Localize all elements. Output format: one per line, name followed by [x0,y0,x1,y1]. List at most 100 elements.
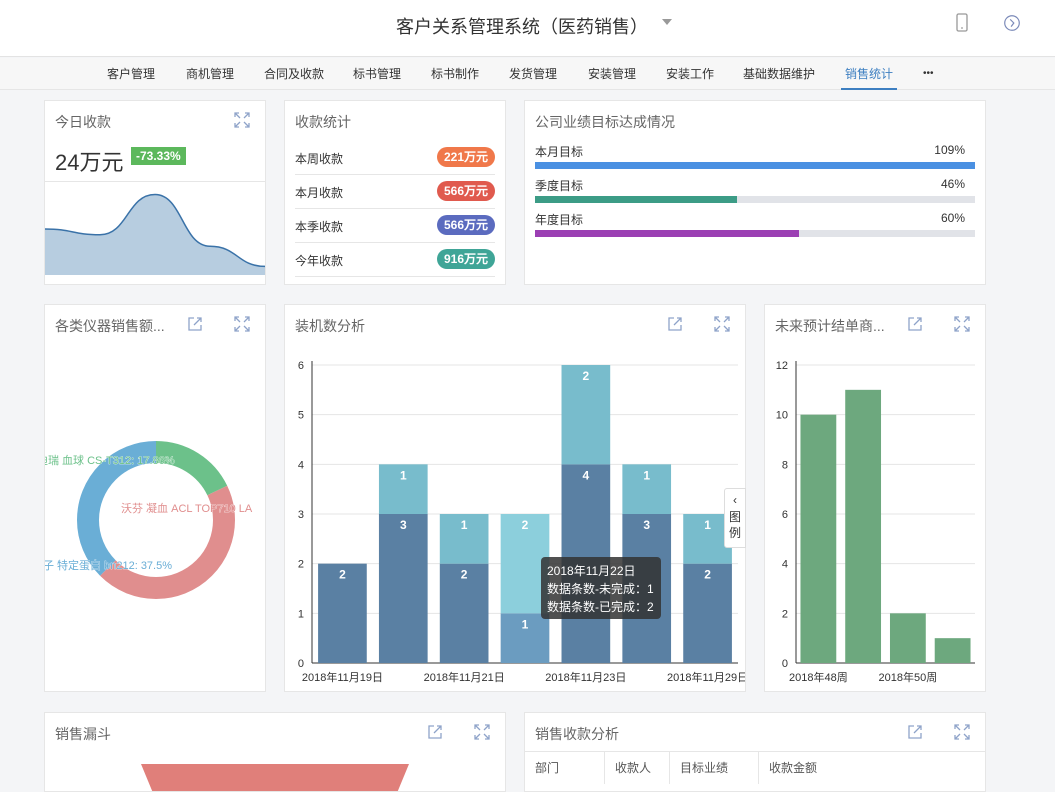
stat-badge: 916万元 [436,249,495,269]
column-header[interactable]: 目标业绩 [670,752,759,784]
funnel-chart [141,764,409,791]
pie-label: 子 特定蛋白 bn212: 37.5% [45,558,172,572]
external-link-icon[interactable] [906,723,924,741]
progress-track [535,162,975,169]
card-title: 公司业绩目标达成情况 [535,114,675,130]
y-tick-label: 12 [776,360,788,372]
bar-label: 1 [522,617,529,631]
install-analysis-card: 装机数分析 0 1 2 3 4 5 6 2018年11月19日 2018年11月21日 2018年… [284,304,746,692]
stat-badge: 566万元 [436,181,495,201]
bar-label: 1 [400,468,407,482]
column-header[interactable]: 部门 [525,752,605,784]
column-header[interactable]: 收款人 [605,752,670,784]
progress-track [535,196,975,203]
y-tick-label: 2 [298,559,304,571]
card-title: 销售收款分析 [535,726,619,742]
chart-tooltip: 2018年11月22日 数据条数-未完成：1 数据条数-已完成：2 [541,557,661,619]
y-tick-label: 10 [776,410,788,422]
sales-payment-card: 销售收款分析 部门 收款人 目标业绩 收款金额 [524,712,986,792]
nav-item-installation[interactable]: 安装管理 [588,58,636,90]
nav-item-sales-stats[interactable]: 销售统计 [841,58,898,90]
bar-label: 2 [461,568,468,582]
x-tick-label: 2018年11月23日 [545,670,626,684]
y-tick-label: 2 [782,608,788,620]
y-tick-label: 4 [782,559,788,571]
chevron-down-icon[interactable] [662,19,672,25]
chevron-left-icon: ‹ [733,493,737,507]
card-title: 今日收款 [55,114,111,130]
expand-icon[interactable] [473,723,491,741]
instrument-sales-card: 各类仪器销售额... 迪瑞 血球 CS-T312: 17.86% 沃芬 凝血 A… [44,304,266,692]
payment-stats-card: 收款统计 本周收款 221万元 本月收款 566万元 本季收款 566万元 今年… [284,100,506,285]
app-title[interactable]: 客户关系管理系统（医药销售） [396,13,648,39]
bar [378,514,428,663]
nav-item-bid[interactable]: 标书管理 [353,58,401,90]
column-header[interactable]: 收款金额 [759,752,985,784]
stat-badge: 221万元 [436,147,495,167]
legend-label: 图例 [729,510,742,540]
area-fill [45,194,265,275]
expand-icon[interactable] [233,111,251,129]
progress-fill [535,196,738,203]
stat-label: 本季收款 [295,220,344,234]
nav-item-opportunity[interactable]: 商机管理 [186,58,234,90]
bar-label: 4 [583,468,590,482]
y-tick-label: 6 [782,509,788,521]
mobile-icon[interactable] [952,12,972,34]
nav-item-contract[interactable]: 合同及收款 [264,58,324,90]
target-percent: 109% [934,143,965,157]
progress-fill [535,162,975,169]
y-tick-label: 8 [782,459,788,471]
expand-icon[interactable] [953,723,971,741]
table-header: 部门 收款人 目标业绩 收款金额 [525,751,985,784]
y-tick-label: 4 [298,459,304,471]
nav-item-install-work[interactable]: 安装工作 [666,58,714,90]
stat-row: 本月收款 566万元 [295,175,495,209]
y-tick-label: 3 [298,509,304,521]
compass-icon[interactable] [1002,12,1022,34]
stat-row: 今年收款 916万元 [295,243,495,277]
top-bar: 客户关系管理系统（医药销售） [0,0,1055,57]
instrument-donut-chart: 迪瑞 血球 CS-T312: 17.86% 沃芬 凝血 ACL TOP710 L… [45,441,253,599]
payment-area-chart [45,193,265,275]
target-label: 年度目标 [535,213,584,227]
target-label: 本月目标 [535,145,584,159]
sales-funnel-card: 销售漏斗 [44,712,506,792]
y-tick-label: 0 [782,658,788,670]
nav-item-shipping[interactable]: 发货管理 [509,58,557,90]
change-badge: -73.33% [131,147,186,165]
bar-label: 3 [400,518,407,532]
forecast-card: 未来预计结单商... 0 2 4 6 8 10 12 2018年48周 2018年50周 [764,304,986,692]
stat-row: 本季收款 566万元 [295,209,495,243]
bar-label: 2 [704,568,711,582]
more-icon[interactable]: ••• [923,58,934,90]
bar-label: 3 [643,518,650,532]
bar-label: 2 [522,518,529,532]
nav-item-customer[interactable]: 客户管理 [107,58,155,90]
nav-item-base-data[interactable]: 基础数据维护 [743,58,815,90]
target-label: 季度目标 [535,179,584,193]
external-link-icon[interactable] [426,723,444,741]
nav-item-bid-making[interactable]: 标书制作 [431,58,479,90]
install-bar-chart: 0 1 2 3 4 5 6 2018年11月19日 2018年11月21日 2018年11月23日… [298,360,745,684]
stat-row: 本周收款 221万元 [295,141,495,175]
legend-toggle[interactable]: ‹ 图例 [724,488,746,548]
bar-label: 2 [339,568,346,582]
forecast-bar-chart: 0 2 4 6 8 10 12 2018年48周 2018年50周 [776,360,975,684]
bar-label: 1 [643,468,650,482]
card-title: 收款统计 [295,114,351,130]
bar-label: 1 [461,518,468,532]
pie-label: 沃芬 凝血 ACL TOP710 LA [121,501,253,515]
y-tick-label: 1 [298,608,304,620]
bar-label: 2 [583,369,590,383]
pie-label: 迪瑞 血球 CS-T312: 17.86% [45,453,175,467]
tooltip-line: 数据条数-未完成：1 [547,582,654,596]
x-tick-label: 2018年11月29日 [667,670,745,684]
y-tick-label: 0 [298,658,304,670]
stat-label: 本月收款 [295,186,344,200]
bar [845,389,882,663]
main-nav: 客户管理 商机管理 合同及收款 标书管理 标书制作 发货管理 安装管理 安装工作… [0,58,1055,90]
x-tick-label: 2018年50周 [879,670,938,684]
today-payment-card: 今日收款 24万元 -73.33% [44,100,266,285]
tooltip-date: 2018年11月22日 [547,564,636,578]
